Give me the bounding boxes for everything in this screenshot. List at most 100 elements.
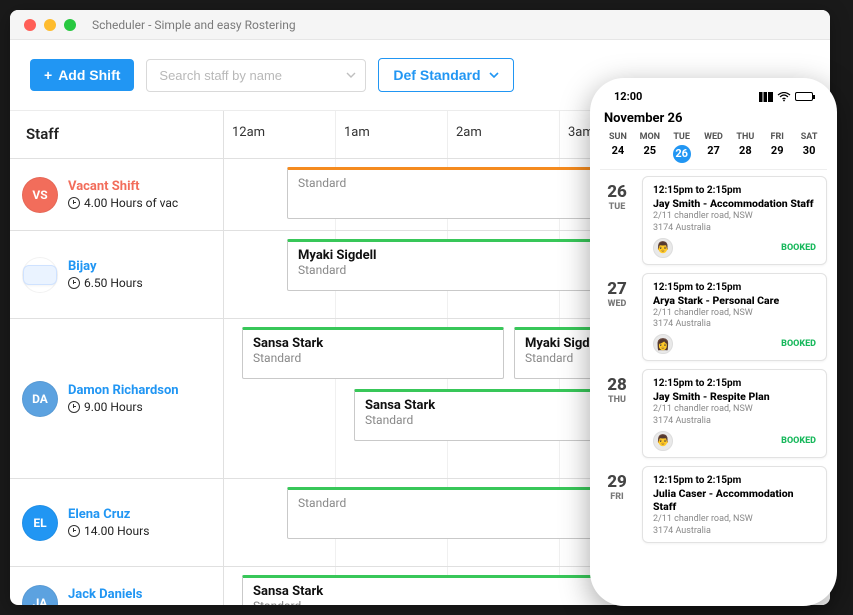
shift-block[interactable]: Sansa StarkStandard [242,327,504,379]
avatar: VS [22,177,58,213]
clock-icon [68,525,80,537]
wifi-icon [777,92,791,102]
avatar-icon: 👨 [653,238,673,258]
window-title: Scheduler - Simple and easy Rostering [92,18,296,32]
appointment-card[interactable]: 12:15pm to 2:15pmJay Smith - Respite Pla… [642,369,827,458]
day-name: MON [634,132,666,142]
filter-label: Def Standard [393,67,480,83]
appointment-list: 26TUE12:15pm to 2:15pmJay Smith - Accomm… [600,170,827,543]
date-day: FRI [600,492,634,502]
week-day[interactable]: TUE 26 [666,132,698,163]
shift-name: Sansa Stark [365,398,605,413]
avatar: JA [22,585,58,606]
week-day[interactable]: WED27 [698,132,730,163]
card-footer: 👩BOOKED [653,334,816,354]
card-footer: 👨 BOOKED [653,238,816,258]
date-day: THU [600,395,634,405]
appt-address: 3174 Australia [653,416,816,427]
avatar-icon: 👨 [653,431,673,451]
day-name: SAT [793,132,825,142]
day-number: 28 [729,144,761,157]
clock-icon [68,197,80,209]
chevron-down-icon [489,72,499,78]
search-input[interactable] [146,59,366,92]
staff-cell[interactable]: JAJack Daniels7.00 Hours [10,567,224,605]
staff-hours: 9.00 Hours [68,400,179,414]
phone-month-label: November 26 [600,109,827,132]
day-number: 26 [673,145,691,163]
appointment-row[interactable]: 26TUE12:15pm to 2:15pmJay Smith - Accomm… [600,176,827,265]
appointment-card[interactable]: 12:15pm to 2:15pmJulia Caser - Accommoda… [642,466,827,544]
day-number: 25 [634,144,666,157]
appointment-row[interactable]: 27WED12:15pm to 2:15pmArya Stark - Perso… [600,273,827,362]
status-badge: BOOKED [781,339,816,349]
shift-type: Standard [253,351,493,365]
appt-address: 2/11 chandler road, NSW [653,211,816,222]
filter-dropdown[interactable]: Def Standard [378,58,513,92]
appt-title: Julia Caser - Accommodation Staff [653,487,816,513]
day-name: TUE [666,132,698,142]
date-number: 27 [600,279,634,299]
date-number: 29 [600,472,634,492]
time-slot: 1am [336,111,448,158]
appointment-card[interactable]: 12:15pm to 2:15pmArya Stark - Personal C… [642,273,827,362]
staff-cell[interactable]: DADamon Richardson9.00 Hours [10,319,224,478]
search-staff-field[interactable] [146,59,366,92]
status-badge: BOOKED [781,243,816,253]
staff-hours: 7.00 Hours [68,604,143,605]
avatar: EL [22,505,58,541]
titlebar: Scheduler - Simple and easy Rostering [10,10,830,40]
appt-title: Jay Smith - Accommodation Staff [653,197,816,210]
appt-time: 12:15pm to 2:15pm [653,185,816,196]
staff-hours: 4.00 Hours of vac [68,196,178,210]
appt-time: 12:15pm to 2:15pm [653,282,816,293]
staff-cell[interactable]: ELElena Cruz14.00 Hours [10,479,224,566]
mobile-preview: 12:00 November 26 SUN24MON25TUE26WED27TH… [590,78,837,606]
week-day[interactable]: SUN24 [602,132,634,163]
add-shift-button[interactable]: + Add Shift [30,59,134,91]
staff-name: Damon Richardson [68,383,179,398]
date-column: 27WED [600,273,634,362]
appt-address: 3174 Australia [653,526,816,537]
maximize-icon[interactable] [64,19,76,31]
day-number: 24 [602,144,634,157]
hours-text: 6.50 Hours [84,276,143,290]
clock-icon [68,277,80,289]
appointment-row[interactable]: 29FRI12:15pm to 2:15pmJulia Caser - Acco… [600,466,827,544]
staff-info: Damon Richardson 9.00 Hours [68,383,179,414]
appt-address: 3174 Australia [653,223,816,234]
week-day[interactable]: THU 28 [729,132,761,163]
day-name: THU [729,132,761,142]
hours-text: 9.00 Hours [84,400,143,414]
day-name: FRI [761,132,793,142]
appt-address: 2/11 chandler road, NSW [653,308,816,319]
week-day[interactable]: SAT 30 [793,132,825,163]
appointment-card[interactable]: 12:15pm to 2:15pmJay Smith - Accommodati… [642,176,827,265]
appt-address: 3174 Australia [653,319,816,330]
date-day: WED [600,299,634,309]
week-strip: SUN24MON 25TUE 26 WED27THU 28FRI 29SAT 30 [600,132,827,170]
close-icon[interactable] [24,19,36,31]
appt-address: 2/11 chandler road, NSW [653,404,816,415]
shift-block[interactable]: Sansa StarkStandard [354,389,616,441]
week-day[interactable]: MON 25 [634,132,666,163]
minimize-icon[interactable] [44,19,56,31]
day-number: 29 [761,144,793,157]
add-shift-label: Add Shift [58,67,120,83]
date-number: 28 [600,375,634,395]
hours-text: 4.00 Hours of vac [84,196,178,210]
status-icons [759,92,813,102]
date-column: 26TUE [600,176,634,265]
date-column: 28THU [600,369,634,458]
staff-cell[interactable]: Bijay6.50 Hours [10,231,224,318]
day-number: 30 [793,144,825,157]
phone-clock: 12:00 [614,90,642,103]
date-column: 29FRI [600,466,634,544]
staff-cell[interactable]: VS Vacant Shift4.00 Hours of vac [10,159,224,230]
appointment-row[interactable]: 28THU12:15pm to 2:15pmJay Smith - Respit… [600,369,827,458]
staff-hours: 6.50 Hours [68,276,143,290]
appt-time: 12:15pm to 2:15pm [653,378,816,389]
week-day[interactable]: FRI 29 [761,132,793,163]
staff-info: Vacant Shift4.00 Hours of vac [68,179,178,210]
date-number: 26 [600,182,634,202]
